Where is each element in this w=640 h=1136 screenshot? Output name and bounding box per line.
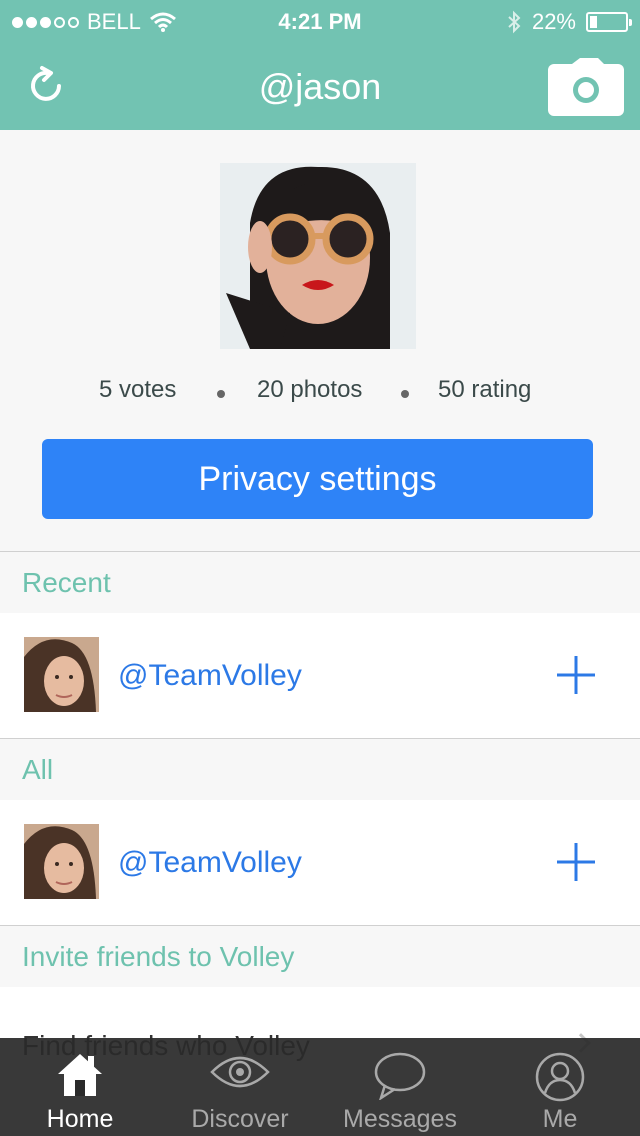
status-bar: BELL 4:21 PM 22% xyxy=(0,0,640,44)
separator-dot xyxy=(217,390,225,398)
separator-dot xyxy=(401,390,409,398)
section-header-all: All xyxy=(0,738,640,800)
tab-label: Home xyxy=(46,1105,114,1133)
tab-label: Messages xyxy=(343,1105,457,1133)
profile-stats: 5 votes 20 photos 50 rating xyxy=(0,376,640,412)
votes-count: 5 votes xyxy=(99,376,177,403)
tab-home[interactable]: Home xyxy=(0,1038,160,1136)
bluetooth-icon xyxy=(508,10,521,34)
battery-fill xyxy=(590,16,597,28)
tab-label: Me xyxy=(542,1105,578,1133)
plus-icon xyxy=(557,843,595,881)
tab-discover[interactable]: Discover xyxy=(160,1038,320,1136)
username-link[interactable]: @TeamVolley xyxy=(118,613,302,738)
privacy-settings-button[interactable]: Privacy settings xyxy=(42,439,593,519)
section-header-invite: Invite friends to Volley xyxy=(0,925,640,987)
username-link[interactable]: @TeamVolley xyxy=(118,800,302,925)
home-icon xyxy=(58,1054,102,1096)
header-bar: BELL 4:21 PM 22% @jason xyxy=(0,0,640,130)
status-right: 22% xyxy=(506,9,632,35)
camera-icon xyxy=(548,58,624,116)
page-title: @jason xyxy=(258,66,382,107)
follow-button[interactable] xyxy=(557,656,595,694)
tab-bar: Home Discover Messages Me xyxy=(0,1038,640,1136)
plus-icon xyxy=(557,656,595,694)
tab-messages[interactable]: Messages xyxy=(320,1038,480,1136)
avatar xyxy=(24,637,99,712)
tab-label: Discover xyxy=(191,1105,289,1133)
avatar xyxy=(24,824,99,899)
section-header-recent: Recent xyxy=(0,551,640,613)
list-item[interactable]: @TeamVolley xyxy=(0,800,640,925)
list-item[interactable]: @TeamVolley xyxy=(0,613,640,738)
profile-photo[interactable] xyxy=(220,163,416,349)
battery-icon xyxy=(586,12,632,32)
photos-count: 20 photos xyxy=(257,376,363,403)
tab-me[interactable]: Me xyxy=(480,1038,640,1136)
follow-button[interactable] xyxy=(557,843,595,881)
person-icon xyxy=(535,1052,585,1102)
speech-bubble-icon xyxy=(374,1052,426,1100)
rating-value: 50 rating xyxy=(438,376,532,403)
eye-icon xyxy=(210,1056,270,1088)
battery-percent: 22% xyxy=(531,9,576,34)
camera-button[interactable] xyxy=(548,58,624,116)
